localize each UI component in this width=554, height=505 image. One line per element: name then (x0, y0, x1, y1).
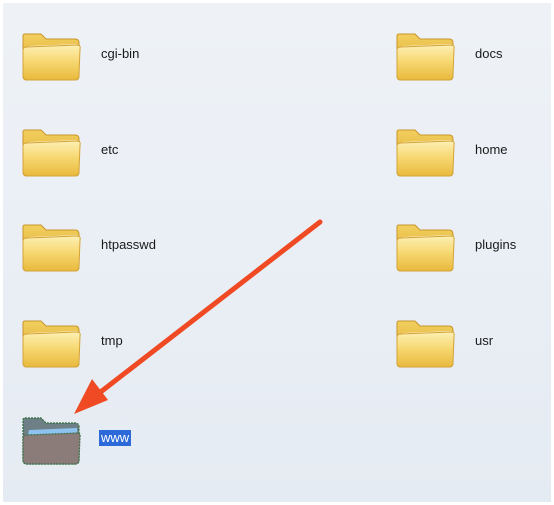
folder-item-usr[interactable]: usr (393, 311, 553, 371)
folder-item-plugins[interactable]: plugins (393, 215, 553, 275)
folder-label: plugins (475, 237, 517, 252)
folder-item-etc[interactable]: etc (19, 120, 179, 180)
folder-selected-icon (19, 408, 83, 468)
folder-label: usr (475, 333, 494, 348)
folder-item-home[interactable]: home (393, 120, 553, 180)
folder-label: home (475, 142, 508, 157)
folder-icon (19, 311, 83, 371)
folder-icon (393, 120, 457, 180)
folder-icon (393, 215, 457, 275)
folder-view-pane: cgi-bin docs etc home htpasswd plugins t… (0, 0, 554, 505)
folder-item-tmp[interactable]: tmp (19, 311, 179, 371)
folder-label: etc (101, 142, 119, 157)
folder-label: cgi-bin (101, 46, 140, 61)
folder-item-cgi-bin[interactable]: cgi-bin (19, 24, 179, 84)
folder-item-docs[interactable]: docs (393, 24, 553, 84)
folder-label: htpasswd (101, 237, 156, 252)
folder-label: docs (475, 46, 503, 61)
folder-icon (19, 120, 83, 180)
folder-icon (393, 311, 457, 371)
folder-icon (19, 24, 83, 84)
folder-icon (19, 215, 83, 275)
folder-item-www[interactable]: www (19, 408, 179, 468)
folder-icon (393, 24, 457, 84)
folder-item-htpasswd[interactable]: htpasswd (19, 215, 199, 275)
folder-label-selected: www (99, 430, 132, 446)
folder-label: tmp (101, 333, 123, 348)
